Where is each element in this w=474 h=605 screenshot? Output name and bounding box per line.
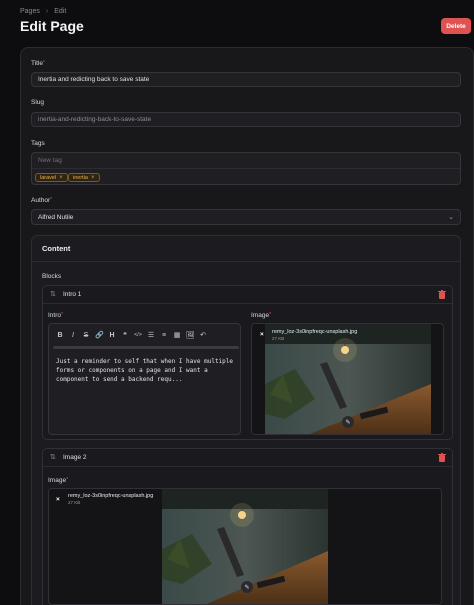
chevron-right-icon: ›: [45, 8, 49, 15]
file-size: 27 KB: [68, 500, 81, 505]
image-upload[interactable]: × remy_loz-3s0inpfreqc-unsplash.jpg 27 K…: [48, 488, 442, 605]
intro-editor[interactable]: B I S 🔗 H ❝ </> ☰ ≡ ▦ 🖼 ↶ Just a reminde…: [48, 323, 241, 435]
tag-label: inertia: [73, 174, 88, 181]
tag-label: laravel: [40, 174, 57, 181]
tags-placeholder: New tag: [38, 157, 62, 164]
delete-button[interactable]: Delete: [441, 18, 471, 34]
block-name: Intro 1: [63, 291, 82, 298]
editor-toolbar: B I S 🔗 H ❝ </> ☰ ≡ ▦ 🖼 ↶: [49, 324, 240, 346]
drag-handle-icon[interactable]: ⇅: [50, 290, 56, 298]
breadcrumb: Pages › Edit: [20, 8, 66, 15]
file-name: remy_loz-3s0inpfreqc-unsplash.jpg: [68, 493, 154, 499]
slug-input[interactable]: inertia-and-redicting-back-to-save-state: [31, 112, 461, 127]
intro-label: Intro*: [48, 312, 63, 319]
close-icon[interactable]: ×: [91, 175, 95, 181]
link-icon[interactable]: 🔗: [95, 331, 104, 339]
intro-text[interactable]: Just a reminder to self that when I have…: [56, 357, 236, 384]
file-info: remy_loz-3s0inpfreqc-unsplash.jpg 27 KB: [68, 493, 153, 505]
pencil-icon[interactable]: ✎: [342, 416, 354, 428]
quote-icon[interactable]: ❝: [121, 331, 129, 339]
strikethrough-icon[interactable]: S: [82, 332, 90, 339]
page-title: Edit Page: [20, 18, 84, 34]
author-value: Alfred Nutile: [38, 213, 74, 221]
tag-laravel: laravel ×: [35, 173, 68, 182]
tags-input[interactable]: New tag laravel × inertia ×: [31, 152, 461, 185]
toolbar-scrollbar[interactable]: [53, 346, 239, 349]
undo-icon[interactable]: ↶: [199, 331, 207, 339]
close-icon[interactable]: ×: [260, 331, 264, 338]
close-icon[interactable]: ×: [56, 496, 60, 503]
block-header: ⇅ Image 2: [43, 449, 452, 467]
file-name: remy_loz-3s0inpfreqc-unsplash.jpg: [272, 329, 358, 335]
code-icon[interactable]: </>: [134, 332, 142, 338]
chevron-down-icon: ⌄: [448, 214, 454, 221]
breadcrumb-pages[interactable]: Pages: [20, 8, 40, 15]
tags-label: Tags: [31, 140, 45, 147]
block-header: ⇅ Intro 1: [43, 286, 452, 304]
bold-icon[interactable]: B: [56, 332, 64, 339]
title-label: Title*: [31, 60, 45, 67]
author-select[interactable]: Alfred Nutile ⌄: [31, 209, 461, 225]
blocks-label: Blocks: [42, 273, 62, 280]
close-icon[interactable]: ×: [59, 175, 63, 181]
tag-inertia: inertia ×: [68, 173, 100, 182]
bullet-list-icon[interactable]: ☰: [147, 331, 155, 339]
author-label: Author*: [31, 197, 53, 204]
pencil-icon[interactable]: ✎: [241, 581, 253, 593]
block-name: Image 2: [63, 454, 87, 461]
image-label: Image*: [251, 312, 272, 319]
content-heading: Content: [42, 244, 71, 253]
italic-icon[interactable]: I: [69, 332, 77, 339]
table-icon[interactable]: ▦: [173, 331, 181, 339]
drag-handle-icon[interactable]: ⇅: [50, 453, 56, 461]
trash-icon[interactable]: [438, 290, 446, 299]
file-info: remy_loz-3s0inpfreqc-unsplash.jpg 27 KB: [272, 329, 357, 341]
tags-divider: [32, 168, 460, 169]
file-size: 27 KB: [272, 336, 285, 341]
image-label: Image*: [48, 477, 69, 484]
ordered-list-icon[interactable]: ≡: [160, 332, 168, 339]
content-divider: [32, 261, 460, 262]
title-input[interactable]: Inertia and redicting back to save state: [31, 72, 461, 87]
heading-icon[interactable]: H: [108, 332, 116, 339]
image-icon[interactable]: 🖼: [186, 331, 195, 339]
image-upload[interactable]: × remy_loz-3s0inpfreqc-unsplash.jpg 27 K…: [251, 323, 444, 435]
slug-label: Slug: [31, 99, 45, 106]
breadcrumb-edit: Edit: [54, 8, 67, 15]
trash-icon[interactable]: [438, 453, 446, 462]
